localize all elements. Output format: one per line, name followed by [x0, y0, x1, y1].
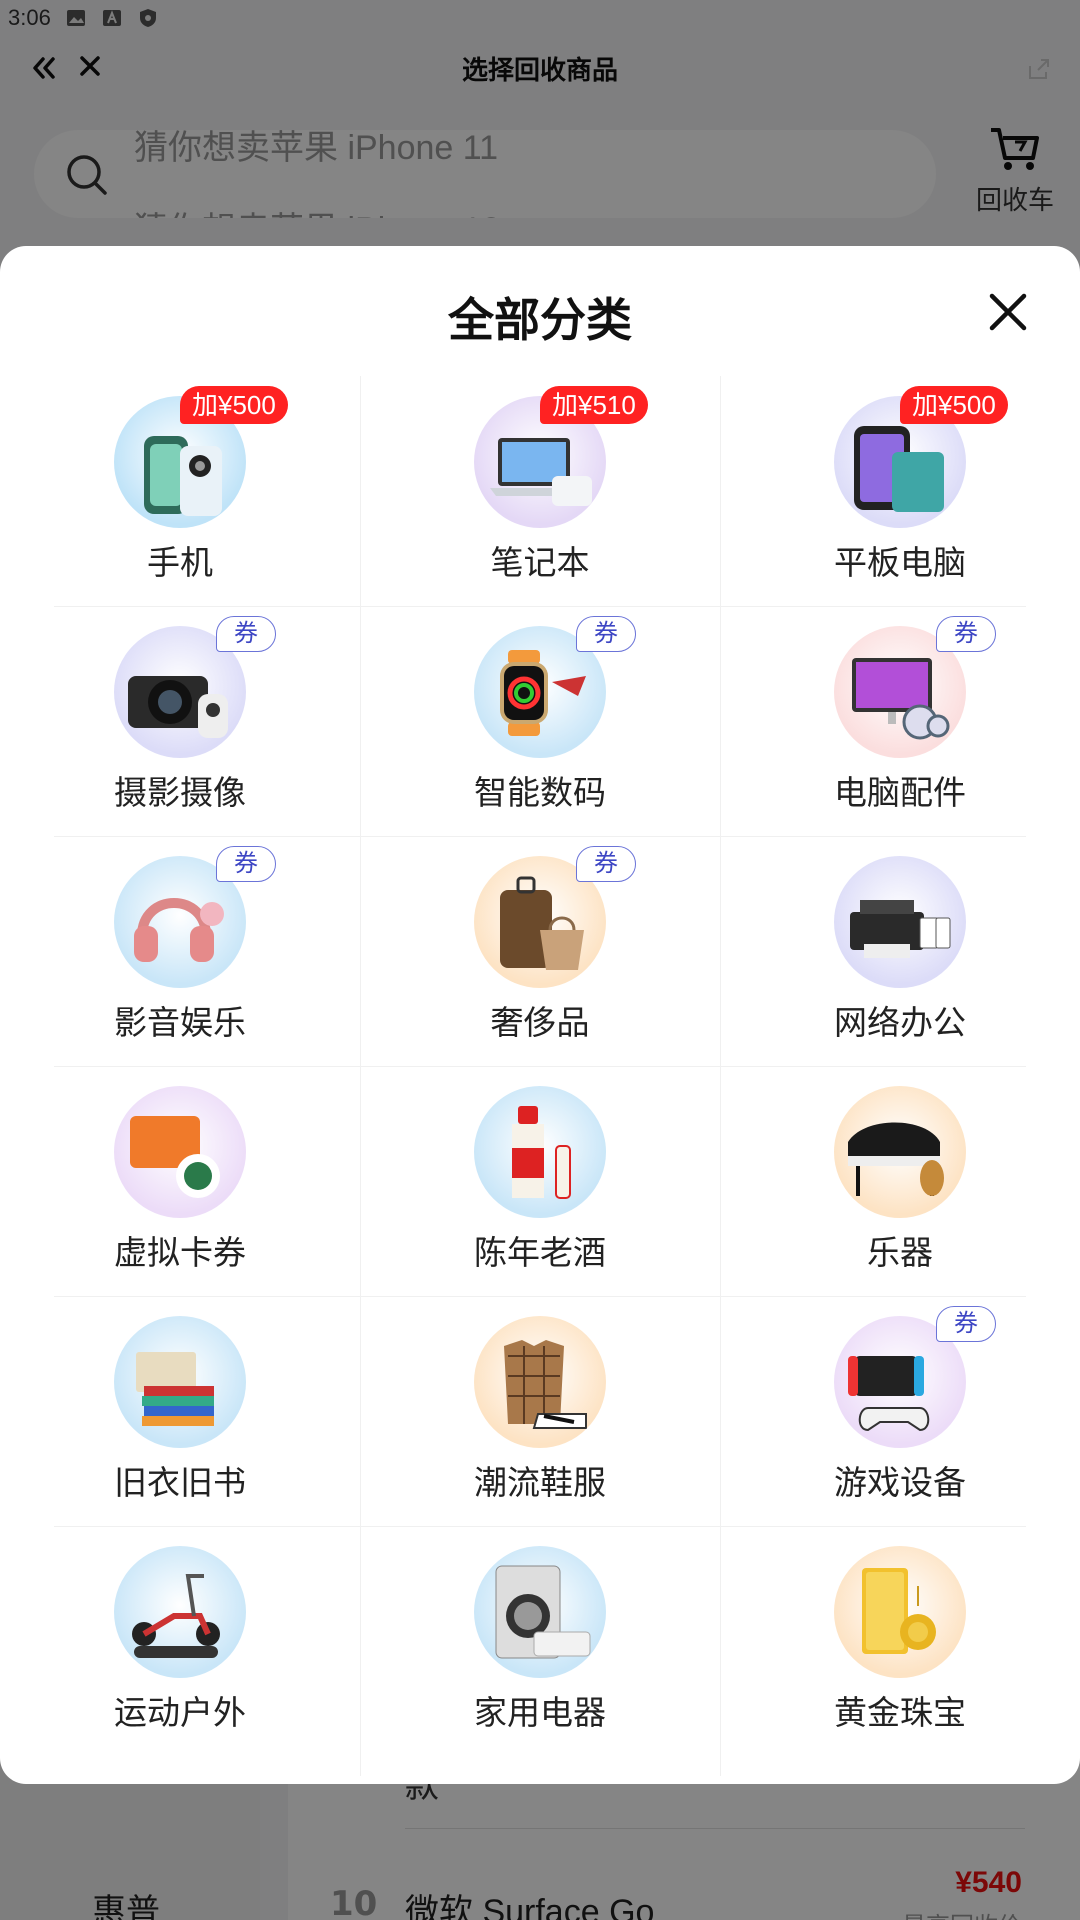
bonus-badge: 加¥510	[540, 386, 648, 424]
category-label: 笔记本	[490, 543, 590, 582]
category-label: 运动户外	[114, 1693, 246, 1732]
scooter-icon	[114, 1546, 246, 1678]
category-item[interactable]: 券影音娱乐	[0, 836, 360, 1066]
row-divider	[54, 836, 1026, 837]
sheet-title: 全部分类	[448, 293, 632, 347]
row-divider	[54, 1066, 1026, 1067]
category-label: 影音娱乐	[114, 1003, 246, 1042]
category-item[interactable]: 券电脑配件	[720, 606, 1080, 836]
category-item[interactable]: 网络办公	[720, 836, 1080, 1066]
category-item[interactable]: 加¥500 平板电脑	[720, 376, 1080, 606]
bonus-badge: 加¥500	[180, 386, 288, 424]
row-divider	[54, 606, 1026, 607]
row-divider	[54, 1526, 1026, 1527]
coupon-badge: 券	[216, 846, 276, 882]
category-label: 摄影摄像	[114, 773, 246, 812]
category-item[interactable]: 乐器	[720, 1066, 1080, 1296]
liquor-icon	[474, 1086, 606, 1218]
category-label: 陈年老酒	[474, 1233, 606, 1272]
category-item[interactable]: 潮流鞋服	[360, 1296, 720, 1526]
category-item[interactable]: 券摄影摄像	[0, 606, 360, 836]
shirt-shoe-icon	[474, 1316, 606, 1448]
close-sheet-icon[interactable]	[986, 290, 1030, 334]
category-label: 旧衣旧书	[114, 1463, 246, 1502]
category-item[interactable]: 黄金珠宝	[720, 1526, 1080, 1756]
row-divider	[54, 1296, 1026, 1297]
category-label: 平板电脑	[834, 543, 966, 582]
category-sheet: 全部分类 加¥500 手机 加¥510 笔记本 加¥500 平板电脑券摄影摄像券智能数码券…	[0, 246, 1080, 1784]
category-label: 家用电器	[474, 1693, 606, 1732]
category-item[interactable]: 陈年老酒	[360, 1066, 720, 1296]
coupon-badge: 券	[576, 846, 636, 882]
category-label: 虚拟卡券	[114, 1233, 246, 1272]
coupon-badge: 券	[936, 1306, 996, 1342]
category-label: 网络办公	[834, 1003, 966, 1042]
category-label: 乐器	[867, 1233, 933, 1272]
coupon-badge: 券	[576, 616, 636, 652]
washing-machine-icon	[474, 1546, 606, 1678]
bonus-badge: 加¥500	[900, 386, 1008, 424]
category-item[interactable]: 运动户外	[0, 1526, 360, 1756]
piano-icon	[834, 1086, 966, 1218]
category-label: 奢侈品	[490, 1003, 590, 1042]
category-label: 智能数码	[474, 773, 606, 812]
category-item[interactable]: 加¥500 手机	[0, 376, 360, 606]
category-label: 手机	[147, 543, 213, 582]
books-icon	[114, 1316, 246, 1448]
category-item[interactable]: 家用电器	[360, 1526, 720, 1756]
category-item[interactable]: 虚拟卡券	[0, 1066, 360, 1296]
coupon-badge: 券	[936, 616, 996, 652]
printer-icon	[834, 856, 966, 988]
category-label: 黄金珠宝	[834, 1693, 966, 1732]
category-item[interactable]: 券游戏设备	[720, 1296, 1080, 1526]
coupon-badge: 券	[216, 616, 276, 652]
category-label: 游戏设备	[834, 1463, 966, 1502]
gold-bar-icon	[834, 1546, 966, 1678]
category-item[interactable]: 券智能数码	[360, 606, 720, 836]
category-label: 潮流鞋服	[474, 1463, 606, 1502]
gift-card-icon	[114, 1086, 246, 1218]
category-item[interactable]: 旧衣旧书	[0, 1296, 360, 1526]
category-label: 电脑配件	[834, 773, 966, 812]
category-item[interactable]: 券奢侈品	[360, 836, 720, 1066]
category-item[interactable]: 加¥510 笔记本	[360, 376, 720, 606]
